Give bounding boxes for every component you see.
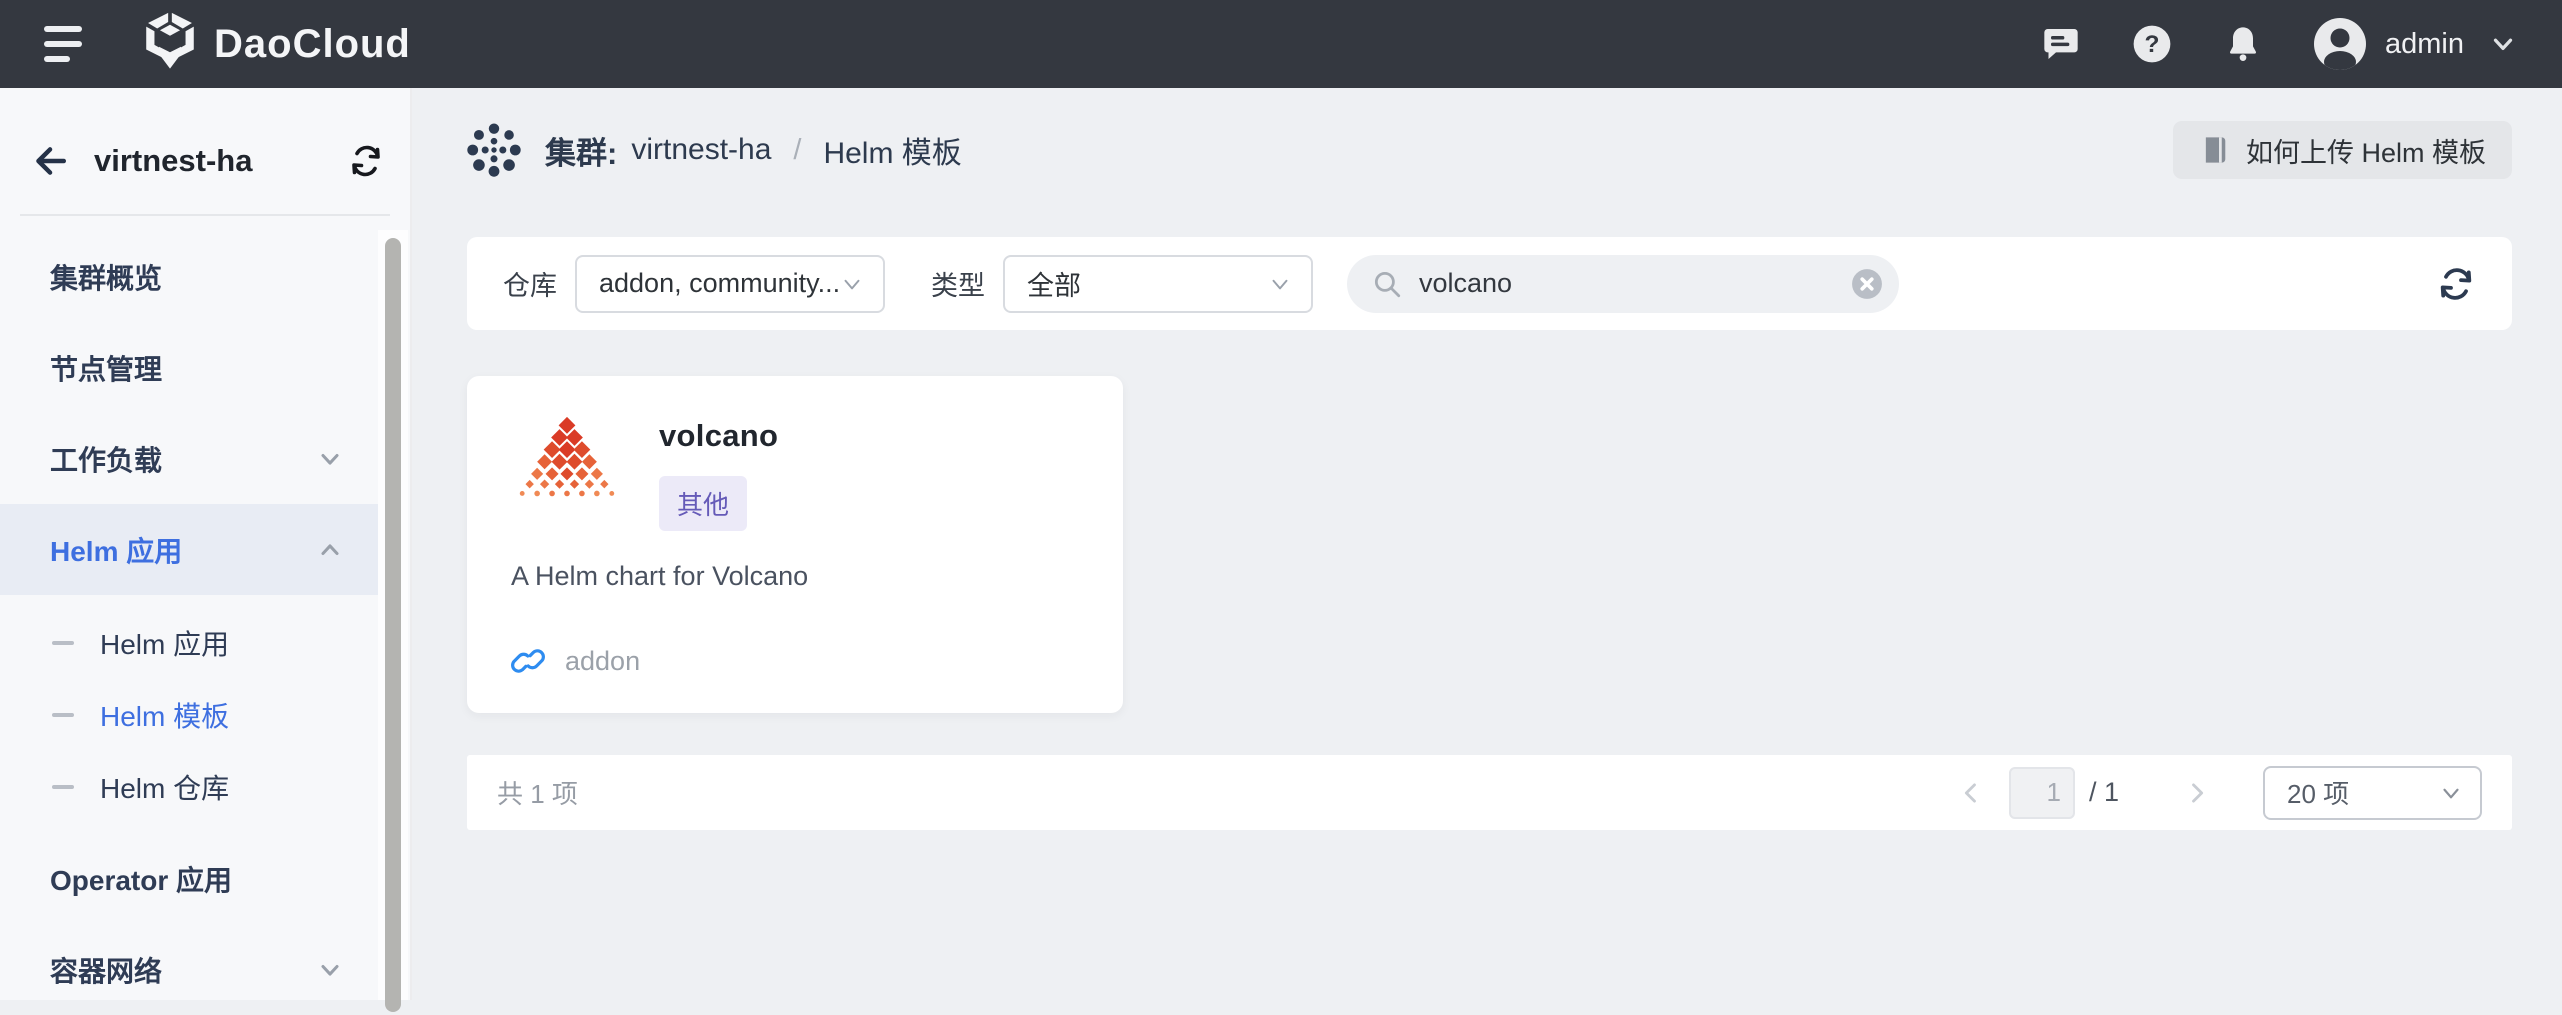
- chevron-up-icon: [316, 536, 344, 564]
- chart-repo-name: addon: [565, 646, 640, 677]
- breadcrumb: 集群: virtnest-ha / Helm 模板: [467, 123, 962, 177]
- sidebar-item-operator-apps[interactable]: Operator 应用: [0, 833, 378, 924]
- daocloud-cube-icon: [142, 12, 198, 76]
- sidebar-scrollbar-track: [378, 230, 408, 1000]
- hamburger-menu-icon[interactable]: [44, 17, 84, 71]
- sidebar-nav: 集群概览 节点管理 工作负载 Helm 应用 Helm 应用 Helm 模板: [0, 231, 378, 1015]
- type-select-value: 全部: [1027, 264, 1081, 303]
- chevron-down-icon: [316, 445, 344, 473]
- chevron-down-icon: [1267, 271, 1293, 297]
- repo-filter-label: 仓库: [503, 264, 557, 303]
- chat-icon[interactable]: [2041, 24, 2081, 64]
- volcano-logo-icon: [511, 416, 623, 531]
- username-label[interactable]: admin: [2385, 28, 2464, 61]
- dash-icon: [52, 713, 74, 717]
- help-icon[interactable]: ?: [2131, 23, 2173, 65]
- breadcrumb-cluster-link[interactable]: virtnest-ha: [631, 133, 771, 167]
- type-select[interactable]: 全部: [1003, 255, 1313, 313]
- page-size-value: 20 项: [2287, 774, 2349, 811]
- brand-logo[interactable]: DaoCloud: [142, 12, 411, 76]
- dash-icon: [52, 785, 74, 789]
- user-menu-chevron-down-icon[interactable]: [2488, 29, 2518, 59]
- sidebar-item-container-network[interactable]: 容器网络: [0, 924, 378, 1015]
- breadcrumb-separator: /: [793, 134, 801, 167]
- page-total-label: / 1: [2089, 777, 2119, 808]
- brand-name: DaoCloud: [214, 22, 411, 67]
- breadcrumb-prefix: 集群:: [545, 128, 617, 173]
- chevron-down-icon: [2438, 780, 2464, 806]
- helm-chart-card-volcano[interactable]: volcano 其他 A Helm chart for Volcano addo…: [467, 376, 1123, 713]
- chart-category-badge: 其他: [659, 476, 747, 531]
- cluster-name-title: virtnest-ha: [94, 143, 252, 179]
- clear-search-icon[interactable]: [1851, 268, 1883, 300]
- page-size-select[interactable]: 20 项: [2263, 766, 2482, 820]
- sidebar-item-workloads[interactable]: 工作负载: [0, 413, 378, 504]
- switch-cluster-icon[interactable]: [348, 143, 384, 179]
- page-number-input[interactable]: [2009, 767, 2075, 819]
- breadcrumb-current: Helm 模板: [823, 128, 961, 172]
- search-box: [1347, 255, 1899, 313]
- back-arrow-icon[interactable]: [30, 142, 68, 180]
- app-header: DaoCloud ?: [0, 0, 2562, 88]
- repo-link-icon: [511, 644, 545, 678]
- repo-select-value: addon, community...: [599, 268, 839, 299]
- previous-page-chevron-left-icon[interactable]: [1957, 779, 1985, 807]
- pagination-bar: 共 1 项 / 1 20 项: [467, 755, 2512, 830]
- sidebar-item-node-management[interactable]: 节点管理: [0, 322, 378, 413]
- sidebar-scrollbar[interactable]: [385, 238, 401, 1012]
- filter-panel: 仓库 addon, community... 类型 全部: [467, 237, 2512, 330]
- upload-help-label: 如何上传 Helm 模板: [2246, 131, 2486, 170]
- chart-description: A Helm chart for Volcano: [511, 561, 1079, 592]
- search-input[interactable]: [1419, 268, 1851, 299]
- sidebar-item-helm-templates[interactable]: Helm 模板: [0, 679, 378, 751]
- chart-title: volcano: [659, 418, 778, 454]
- sidebar-item-helm-repos[interactable]: Helm 仓库: [0, 751, 378, 823]
- notifications-bell-icon[interactable]: [2223, 23, 2263, 65]
- repo-select[interactable]: addon, community...: [575, 255, 885, 313]
- main-content: 集群: virtnest-ha / Helm 模板 如何上传 Helm 模板 仓…: [412, 88, 2562, 1000]
- chevron-down-icon: [839, 271, 865, 297]
- user-avatar[interactable]: [2313, 17, 2367, 71]
- type-filter-label: 类型: [931, 264, 985, 303]
- next-page-chevron-right-icon[interactable]: [2183, 779, 2211, 807]
- sidebar: virtnest-ha 集群概览 节点管理 工作负载 Helm 应用: [0, 88, 412, 1000]
- search-icon: [1371, 268, 1403, 300]
- sidebar-item-helm-apps-parent[interactable]: Helm 应用: [0, 504, 378, 595]
- sidebar-divider: [20, 214, 390, 216]
- sidebar-item-helm-apps[interactable]: Helm 应用: [0, 607, 378, 679]
- dash-icon: [52, 641, 74, 645]
- cluster-dots-icon: [467, 123, 521, 177]
- sidebar-item-cluster-overview[interactable]: 集群概览: [0, 231, 378, 322]
- chevron-down-icon: [316, 956, 344, 984]
- upload-help-button[interactable]: 如何上传 Helm 模板: [2173, 121, 2512, 179]
- book-icon: [2199, 134, 2231, 166]
- svg-text:?: ?: [2145, 31, 2160, 58]
- total-items-label: 共 1 项: [497, 774, 578, 811]
- refresh-icon[interactable]: [2436, 264, 2476, 304]
